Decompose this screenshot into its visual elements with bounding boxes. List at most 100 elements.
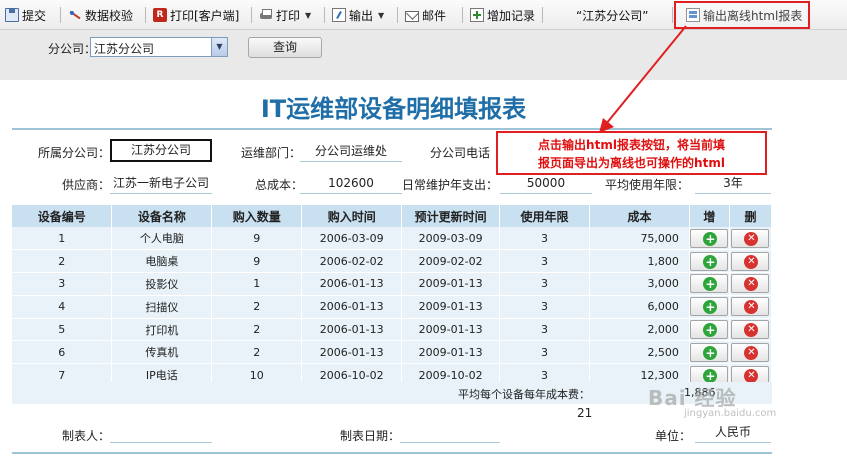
chevron-down-icon: ▼ xyxy=(378,10,385,20)
chevron-down-icon[interactable]: ▼ xyxy=(211,38,227,56)
column-header: 购入数量 xyxy=(211,205,303,227)
cell-renew[interactable]: 2009-02-02 xyxy=(401,249,501,274)
close-circle-icon: ✕ xyxy=(744,277,759,292)
cell-id[interactable]: 3 xyxy=(12,272,113,296)
cell-qty[interactable]: 1 xyxy=(211,272,303,296)
cell-name[interactable]: 个人电脑 xyxy=(111,227,213,251)
print-client-button[interactable]: R 打印[客户端] xyxy=(153,5,239,25)
export-dropdown-button[interactable]: 输出 ▼ xyxy=(332,5,384,25)
submit-label: 提交 xyxy=(22,8,47,23)
delete-row-button[interactable]: ✕ xyxy=(731,274,770,294)
plus-circle-icon: + xyxy=(703,254,718,269)
dept-value-field[interactable]: 分公司运维处 xyxy=(300,140,402,162)
cell-cost[interactable]: 1,800 xyxy=(589,249,690,274)
cell-renew[interactable]: 2009-01-13 xyxy=(401,272,501,296)
cell-add: + xyxy=(689,295,730,319)
submit-button[interactable]: 提交 xyxy=(5,5,46,25)
add-row-button[interactable]: + xyxy=(690,228,729,248)
table-row: 4 扫描仪 2 2006-01-13 2009-01-13 3 6,000 + ✕ xyxy=(12,295,773,319)
delete-row-button[interactable]: ✕ xyxy=(731,228,770,248)
cell-buy[interactable]: 2006-01-13 xyxy=(301,295,403,319)
cell-years[interactable]: 3 xyxy=(499,272,590,296)
branch-select[interactable]: 江苏分公司 ▼ xyxy=(90,37,228,57)
cell-renew[interactable]: 2009-03-09 xyxy=(401,227,501,251)
cell-cost[interactable]: 2,500 xyxy=(589,340,690,365)
cell-id[interactable]: 6 xyxy=(12,340,113,365)
cell-qty[interactable]: 2 xyxy=(211,340,303,365)
column-header: 购入时间 xyxy=(301,205,403,227)
unit-field[interactable]: 人民币 xyxy=(695,421,771,443)
delete-row-button[interactable]: ✕ xyxy=(731,297,770,317)
cell-cost[interactable]: 6,000 xyxy=(589,295,690,319)
plus-circle-icon: + xyxy=(703,323,718,338)
chevron-down-icon: ▼ xyxy=(305,10,312,20)
cell-years[interactable]: 3 xyxy=(499,318,590,342)
cell-years[interactable]: 3 xyxy=(499,249,590,274)
mail-button[interactable]: 邮件 xyxy=(405,5,446,25)
toolbar-divider xyxy=(397,7,398,23)
column-header: 预计更新时间 xyxy=(401,205,501,227)
cell-name[interactable]: 电脑桌 xyxy=(111,249,213,274)
cell-years[interactable]: 3 xyxy=(499,340,590,365)
delete-row-button[interactable]: ✕ xyxy=(731,251,770,271)
export-label: 输出 xyxy=(349,8,374,23)
cell-cost[interactable]: 2,000 xyxy=(589,318,690,342)
annotation-callout: 点击输出html报表按钮，将当前填 报页面导出为离线也可操作的html xyxy=(496,131,767,175)
add-record-button[interactable]: 增加记录 xyxy=(470,5,535,25)
add-row-button[interactable]: + xyxy=(690,342,729,362)
cell-buy[interactable]: 2006-01-13 xyxy=(301,272,403,296)
add-row-button[interactable]: + xyxy=(690,320,729,340)
add-row-button[interactable]: + xyxy=(690,297,729,317)
print-dropdown-button[interactable]: 打印 ▼ xyxy=(259,5,311,25)
table-row: 3 投影仪 1 2006-01-13 2009-01-13 3 3,000 + ✕ xyxy=(12,272,773,296)
cell-buy[interactable]: 2006-01-13 xyxy=(301,318,403,342)
column-header: 使用年限 xyxy=(499,205,590,227)
supplier-value-field[interactable]: 江苏一新电子公司 xyxy=(110,172,212,194)
add-row-button[interactable]: + xyxy=(690,251,729,271)
maintenance-field[interactable]: 50000 xyxy=(500,172,592,194)
cell-id[interactable]: 1 xyxy=(12,227,113,251)
cell-id[interactable]: 2 xyxy=(12,249,113,274)
cell-name[interactable]: 投影仪 xyxy=(111,272,213,296)
search-button[interactable]: 查询 xyxy=(248,37,322,58)
cell-qty[interactable]: 9 xyxy=(211,249,303,274)
cell-renew[interactable]: 2009-01-13 xyxy=(401,295,501,319)
toolbar-divider xyxy=(145,7,146,23)
cell-buy[interactable]: 2006-01-13 xyxy=(301,340,403,365)
add-record-icon xyxy=(470,8,484,22)
avg-years-field[interactable]: 3年 xyxy=(695,172,771,194)
branch-label: 所属分公司： xyxy=(38,146,111,160)
cell-buy[interactable]: 2006-03-09 xyxy=(301,227,403,251)
cell-name[interactable]: 扫描仪 xyxy=(111,295,213,319)
maker-field[interactable] xyxy=(110,421,212,443)
cell-cost[interactable]: 3,000 xyxy=(589,272,690,296)
cell-add: + xyxy=(689,340,730,365)
branch-value-field[interactable]: 江苏分公司 xyxy=(110,139,212,162)
cell-id[interactable]: 5 xyxy=(12,318,113,342)
cell-cost[interactable]: 75,000 xyxy=(589,227,690,251)
add-record-label: 增加记录 xyxy=(487,8,536,23)
plus-circle-icon: + xyxy=(703,277,718,292)
cell-renew[interactable]: 2009-01-13 xyxy=(401,318,501,342)
total-cost-field[interactable]: 102600 xyxy=(300,172,402,194)
supplier-label: 供应商： xyxy=(62,178,111,192)
cell-qty[interactable]: 9 xyxy=(211,227,303,251)
cell-years[interactable]: 3 xyxy=(499,227,590,251)
cell-years[interactable]: 3 xyxy=(499,295,590,319)
date-field[interactable] xyxy=(400,421,500,443)
add-row-button[interactable]: + xyxy=(690,274,729,294)
delete-row-button[interactable]: ✕ xyxy=(731,320,770,340)
cell-name[interactable]: 打印机 xyxy=(111,318,213,342)
title-divider xyxy=(12,128,772,130)
table-row: 2 电脑桌 9 2006-02-02 2009-02-02 3 1,800 + ✕ xyxy=(12,249,773,274)
delete-row-button[interactable]: ✕ xyxy=(731,342,770,362)
cell-renew[interactable]: 2009-01-13 xyxy=(401,340,501,365)
export-icon xyxy=(332,8,346,22)
cell-buy[interactable]: 2006-02-02 xyxy=(301,249,403,274)
cell-name[interactable]: 传真机 xyxy=(111,340,213,365)
cell-delete: ✕ xyxy=(729,318,773,342)
cell-qty[interactable]: 2 xyxy=(211,318,303,342)
validate-button[interactable]: 数据校验 xyxy=(68,5,133,25)
cell-id[interactable]: 4 xyxy=(12,295,113,319)
cell-qty[interactable]: 2 xyxy=(211,295,303,319)
